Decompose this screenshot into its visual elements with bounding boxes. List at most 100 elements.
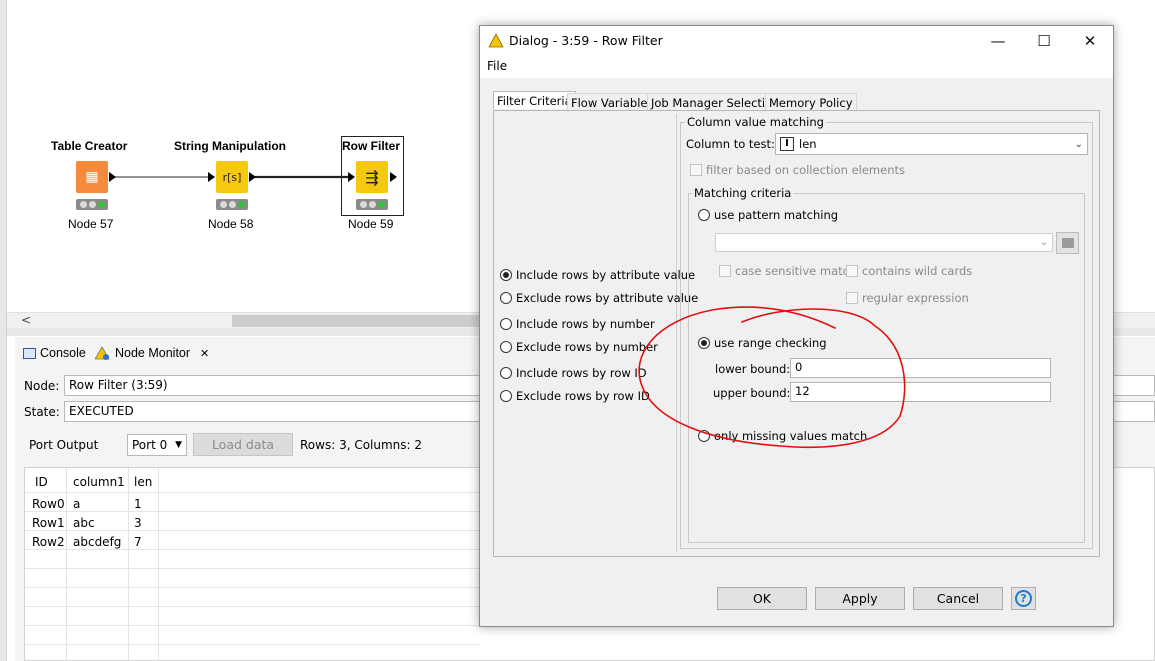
node-58[interactable]: r[s] [216,161,248,193]
radio-icon [500,367,512,379]
menu-file[interactable]: File [487,59,507,73]
table-cell: Row0 [32,497,65,511]
node-58-status-light [216,199,248,210]
dialog-title-bar[interactable]: Dialog - 3:59 - Row Filter — ☐ ✕ [480,26,1113,56]
checkbox-icon [846,292,858,304]
regular-expression-checkbox[interactable]: regular expression [846,291,969,305]
option-only-missing-values[interactable]: only missing values match [698,429,867,443]
lower-bound-label: lower bound: [715,362,791,376]
regular-expression-label: regular expression [862,291,969,305]
chevron-down-icon: ⌄ [1074,138,1083,150]
dialog-title: Dialog - 3:59 - Row Filter [509,33,663,48]
filter-collection-label: filter based on collection elements [706,163,905,177]
option-label: Include rows by row ID [516,366,647,380]
node-57-status-light [76,199,108,210]
port-select[interactable]: Port 0 ▼ [127,434,187,456]
table-cell: Row2 [32,535,65,549]
scrollbar-thumb[interactable] [232,315,482,327]
radio-icon [698,209,710,221]
tab-node-monitor[interactable]: Node Monitor ✕ [95,346,209,360]
case-sensitive-checkbox[interactable]: case sensitive match [719,264,856,278]
state-label: State: [24,405,60,419]
contains-wild-cards-checkbox[interactable]: contains wild cards [846,264,972,278]
column-to-test-value: len [799,137,817,151]
node-57[interactable]: ▦ [76,161,108,193]
tab-job-manager-selection[interactable]: Job Manager Selection [647,93,784,111]
node-58-in-port-icon[interactable] [208,172,215,182]
option-include-attribute[interactable]: Include rows by attribute value [500,268,695,282]
checkbox-icon [846,265,858,277]
case-sensitive-label: case sensitive match [735,264,857,278]
flow-variable-button[interactable] [1056,232,1079,254]
tab-memory-policy[interactable]: Memory Policy [765,93,857,111]
table-cell: 1 [134,497,142,511]
row-filter-icon: ⇶ [356,161,388,193]
row-filter-dialog: Dialog - 3:59 - Row Filter — ☐ ✕ File Fi… [479,25,1114,627]
node-59-out-port-icon[interactable] [390,172,397,182]
option-include-rowid[interactable]: Include rows by row ID [500,366,647,380]
help-button[interactable]: ? [1011,587,1036,610]
column-header-column1[interactable]: column1 [73,475,125,489]
scroll-left-arrow-icon[interactable]: < [21,313,31,327]
integer-type-icon: I [780,137,794,151]
radio-icon [500,292,512,304]
node-59[interactable]: ⇶ [356,161,388,193]
chevron-down-icon: ⌄ [1039,237,1048,248]
rows-columns-info: Rows: 3, Columns: 2 [300,438,423,452]
radio-icon [698,430,710,442]
lower-bound-input[interactable]: 0 [790,358,1051,378]
node-58-out-port-icon[interactable] [249,172,256,182]
node-57-title: Table Creator [51,139,128,153]
table-cell: abcdefg [73,535,122,549]
tab-console[interactable]: Console [23,346,86,360]
column-to-test-label: Column to test: [686,137,775,151]
column-header-id[interactable]: ID [35,475,48,489]
table-grid-icon: ▦ [76,161,108,193]
option-exclude-rowid[interactable]: Exclude rows by row ID [500,389,650,403]
help-icon: ? [1015,590,1032,607]
option-exclude-number[interactable]: Exclude rows by number [500,340,658,354]
apply-button[interactable]: Apply [815,587,905,610]
option-label: use range checking [714,336,827,350]
maximize-button[interactable]: ☐ [1021,26,1067,56]
contains-wild-cards-label: contains wild cards [862,264,973,278]
flow-variable-icon [1061,238,1074,248]
node-58-title: String Manipulation [174,139,286,153]
table-cell: a [73,497,81,511]
tab-filter-criteria[interactable]: Filter Criteria [493,91,576,109]
option-use-pattern-matching[interactable]: use pattern matching [698,208,838,222]
radio-icon [500,341,512,353]
node-59-title: Row Filter [342,139,401,153]
table-cell: abc [73,516,95,530]
ok-button[interactable]: OK [717,587,807,610]
node-57-out-port-icon[interactable] [109,172,116,182]
pattern-input[interactable]: ⌄ [715,233,1053,252]
radio-icon [500,269,512,281]
close-icon[interactable]: ✕ [200,347,209,360]
node-59-status-light [356,199,388,210]
tab-flow-variables[interactable]: Flow Variables [567,93,658,111]
string-manipulation-icon: r[s] [216,161,248,193]
option-exclude-attribute[interactable]: Exclude rows by attribute value [500,291,698,305]
option-label: Include rows by attribute value [516,268,696,282]
cancel-button[interactable]: Cancel [913,587,1003,610]
minimize-button[interactable]: — [975,26,1021,56]
column-header-len[interactable]: len [134,475,152,489]
option-label: Exclude rows by attribute value [516,291,699,305]
dialog-menu-bar: File [480,56,1113,78]
warning-icon [95,346,110,360]
node-59-in-port-icon[interactable] [348,172,355,182]
radio-icon [500,318,512,330]
option-use-range-checking[interactable]: use range checking [698,336,827,350]
close-button[interactable]: ✕ [1067,26,1113,56]
load-data-button[interactable]: Load data [193,433,293,456]
filter-collection-checkbox[interactable]: filter based on collection elements [690,163,905,177]
node-label: Node: [24,379,60,393]
radio-icon [698,337,710,349]
option-include-number[interactable]: Include rows by number [500,317,655,331]
radio-icon [500,390,512,402]
node-58-label: Node 58 [208,217,254,231]
table-cell: 7 [134,535,142,549]
upper-bound-input[interactable]: 12 [790,382,1051,402]
column-to-test-select[interactable]: I len ⌄ [775,133,1088,155]
